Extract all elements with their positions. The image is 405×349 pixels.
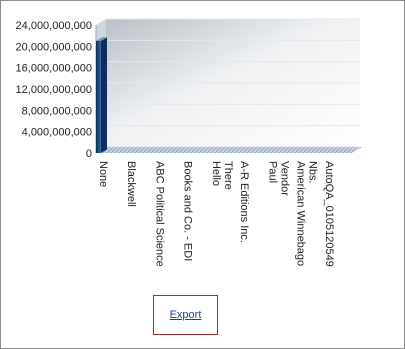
x-category-label: Blackwell: [125, 161, 137, 207]
y-tick-label: 0: [86, 148, 92, 160]
x-category-label: ABC Political Science: [153, 161, 165, 267]
export-box: Export: [153, 295, 218, 335]
x-category-label: Books and Co. - EDI: [182, 161, 194, 261]
y-tick-label: 12,000,000,000: [16, 84, 92, 96]
export-link[interactable]: Export: [170, 309, 202, 321]
y-tick-label: 8,000,000,000: [22, 105, 92, 117]
x-category-label: There: [222, 161, 234, 190]
x-category-label: A-R Editions Inc.: [238, 161, 250, 243]
y-tick-label: 20,000,000,000: [16, 41, 92, 53]
chart-floor: [96, 147, 362, 153]
x-category-label: Hello: [210, 161, 222, 186]
x-category-label: Nbs.: [307, 161, 319, 184]
y-tick-label: 24,000,000,000: [16, 20, 92, 32]
x-category-label: Vendor: [278, 161, 290, 196]
bar-side: [101, 37, 107, 153]
x-category-label: None: [97, 161, 109, 187]
bar: [96, 41, 101, 153]
x-category-label: AutoQA_01051205​49: [323, 161, 335, 267]
x-category-label: American Winnebago: [295, 161, 307, 266]
y-tick-label: 4,000,000,000: [22, 127, 92, 139]
x-category-label: Paul: [266, 161, 278, 183]
y-tick-label: 16,000,000,000: [16, 63, 92, 75]
